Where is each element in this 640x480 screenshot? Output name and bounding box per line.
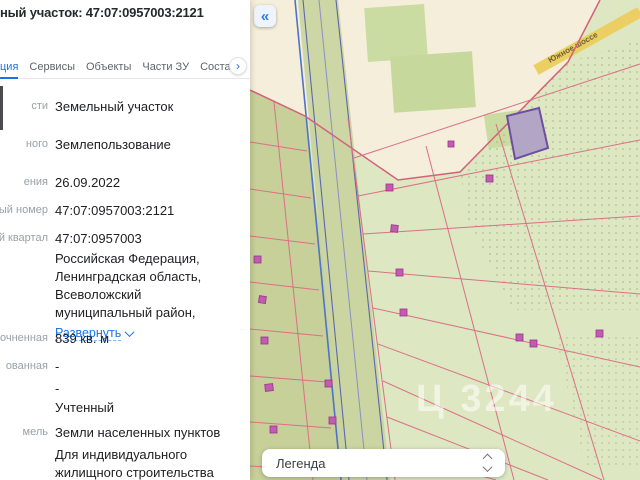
field-label: ованная (5, 360, 48, 372)
legend-toggle[interactable] (482, 453, 493, 474)
tabs-more-button[interactable]: › (229, 57, 247, 75)
legend-label: Легенда (276, 455, 326, 471)
field-value: Российская Федерация, Ленинградская обла… (55, 251, 202, 320)
chevron-right-icon: › (236, 58, 240, 73)
field-value: Землепользование (55, 137, 171, 152)
field-row: очненная 839 кв. м (0, 330, 250, 348)
tab-services[interactable]: Сервисы (29, 56, 75, 78)
field-label: мель (22, 426, 48, 438)
field-row: Для индивидуального жилищного строительс… (0, 446, 250, 480)
tabs-bar: ция Сервисы Объекты Части ЗУ Состав › (0, 56, 250, 79)
field-row: ного Землепользование (0, 136, 250, 154)
field-value: 839 кв. м (55, 331, 110, 346)
chevron-down-icon (482, 461, 493, 472)
cadastral-map-svg[interactable]: Южное шоссе (250, 0, 640, 480)
field-label: ного (25, 138, 48, 150)
tab-info[interactable]: ция (0, 56, 19, 79)
field-value: Учтенный (55, 400, 115, 415)
field-value: 47:07:0957003:2121 (55, 203, 175, 218)
field-value: - (55, 359, 60, 374)
collapse-panel-button[interactable]: « (254, 5, 276, 27)
field-value: 26.09.2022 (55, 175, 121, 190)
field-row: ный номер 47:07:0957003:2121 (0, 202, 250, 220)
legend-bar[interactable]: Легенда (262, 449, 505, 477)
field-row: - (0, 380, 250, 398)
field-value: - (55, 381, 60, 396)
field-row-address: Российская Федерация, Ленинградская обла… (0, 250, 250, 342)
scrollbar-thumb[interactable] (0, 86, 3, 130)
fields-list: сти Земельный участок ного Землепользовани… (0, 84, 250, 480)
field-row: ованная - (0, 358, 250, 376)
map-area[interactable]: Южное шоссе « Ц 3244 Легенда (250, 0, 640, 480)
field-row: ый квартал 47:07:0957003 (0, 230, 250, 248)
tab-parcel-parts[interactable]: Части ЗУ (142, 56, 189, 78)
field-row: Учтенный (0, 399, 250, 417)
field-label: сти (31, 100, 48, 112)
field-label: ый квартал (0, 232, 48, 244)
info-panel: ный участок: 47:07:0957003:2121 ция Серв… (0, 0, 250, 480)
field-row: ения 26.09.2022 (0, 174, 250, 192)
field-row: сти Земельный участок (0, 98, 250, 116)
field-label: ный номер (0, 204, 48, 216)
field-value: Земли населенных пунктов (55, 425, 221, 440)
field-value: 47:07:0957003 (55, 231, 142, 246)
field-row: мель Земли населенных пунктов (0, 424, 250, 442)
app-root: ный участок: 47:07:0957003:2121 ция Серв… (0, 0, 640, 480)
panel-title: ный участок: 47:07:0957003:2121 (0, 5, 204, 20)
field-value: Для индивидуального жилищного строительс… (55, 447, 214, 480)
field-label: ения (23, 176, 48, 188)
field-label: очненная (0, 332, 48, 344)
tab-objects[interactable]: Объекты (86, 56, 131, 78)
field-value: Земельный участок (55, 99, 174, 114)
